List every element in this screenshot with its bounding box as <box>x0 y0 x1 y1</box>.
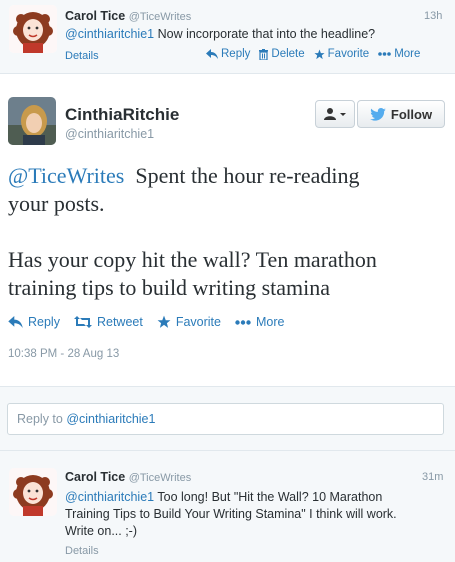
tweet-body: Now incorporate that into the headline? <box>154 27 376 41</box>
user-actions-dropdown[interactable] <box>315 100 355 128</box>
focused-tweet: CinthiaRitchie @cinthiaritchie1 Follow @… <box>0 74 455 387</box>
reply-placeholder-handle: @cinthiaritchie1 <box>66 412 156 426</box>
author-handle[interactable]: @TiceWrites <box>129 472 192 484</box>
retweet-label: Retweet <box>96 315 143 329</box>
reply-input[interactable]: Reply to @cinthiaritchie1 <box>7 403 444 435</box>
retweet-icon <box>73 316 92 328</box>
more-button[interactable]: More <box>378 48 420 60</box>
tweet-bottom[interactable]: Carol Tice @TiceWrites 31m @cinthiaritch… <box>0 451 455 562</box>
star-icon <box>157 315 171 328</box>
author-name[interactable]: Carol Tice <box>65 470 125 484</box>
favorite-button[interactable]: Favorite <box>157 315 221 329</box>
retweet-button[interactable]: Retweet <box>73 315 143 329</box>
tweet-body-line: Too long! But "Hit the Wall? 10 Marathon <box>154 490 383 504</box>
tweet-text: @cinthiaritchie1 Now incorporate that in… <box>65 27 375 41</box>
favorite-label: Favorite <box>175 315 221 329</box>
tweet-body-line: Training Tips to Build Your Writing Stam… <box>65 507 397 521</box>
avatar-carol-icon <box>9 468 57 516</box>
favorite-button[interactable]: Favorite <box>314 48 370 60</box>
tweet-text: @TiceWrites Spent the hour re-reading yo… <box>8 162 448 302</box>
reply-placeholder-prefix: Reply to <box>17 412 67 426</box>
tweet-text: @cinthiaritchie1 Too long! But "Hit the … <box>65 489 450 540</box>
avatar-cinthia-icon <box>8 97 56 145</box>
dots-icon <box>235 319 251 325</box>
trash-icon <box>259 48 269 60</box>
mention-link[interactable]: @TiceWrites <box>8 163 124 188</box>
timestamp[interactable]: 13h <box>424 10 442 22</box>
favorite-label: Favorite <box>327 48 370 60</box>
mention-link[interactable]: @cinthiaritchie1 <box>65 27 154 41</box>
dots-icon <box>378 52 392 56</box>
avatar[interactable] <box>8 97 56 145</box>
more-label: More <box>394 48 421 60</box>
author-name[interactable]: CinthiaRitchie <box>65 105 179 125</box>
tweet-body-line: Write on... ;-) <box>65 524 138 538</box>
tweet-timestamp[interactable]: 10:38 PM - 28 Aug 13 <box>8 348 119 360</box>
bird-icon <box>370 107 386 121</box>
author-name[interactable]: Carol Tice <box>65 9 125 23</box>
more-button[interactable]: More <box>235 315 284 329</box>
avatar-carol-icon <box>9 5 57 53</box>
details-link[interactable]: Details <box>65 50 99 62</box>
delete-label: Delete <box>271 48 305 60</box>
timestamp[interactable]: 31m <box>422 471 443 483</box>
reply-button[interactable]: Reply <box>206 48 250 60</box>
details-link[interactable]: Details <box>65 545 99 557</box>
tweet-body-line: Spent the hour re-reading <box>124 163 360 188</box>
follow-label: Follow <box>390 106 433 122</box>
author-handle[interactable]: @cinthiaritchie1 <box>65 127 154 141</box>
reply-button[interactable]: Reply <box>8 315 60 329</box>
star-icon <box>314 48 325 59</box>
avatar[interactable] <box>9 468 57 516</box>
tweet-top[interactable]: Carol Tice @TiceWrites 13h @cinthiaritch… <box>0 0 455 74</box>
reply-icon <box>206 49 218 59</box>
reply-label: Reply <box>28 315 60 329</box>
person-icon <box>324 108 346 120</box>
reply-label: Reply <box>221 48 251 60</box>
more-label: More <box>255 315 285 329</box>
delete-button[interactable]: Delete <box>259 48 305 60</box>
avatar[interactable] <box>9 5 57 53</box>
reply-icon <box>8 316 23 328</box>
author-handle[interactable]: @TiceWrites <box>129 11 192 23</box>
tweet-body-line: your posts. <box>8 191 105 216</box>
tweet-body-line: training tips to build writing stamina <box>8 275 331 300</box>
tweet-body-line: Has your copy hit the wall? Ten marathon <box>8 247 377 272</box>
follow-button[interactable]: Follow <box>357 100 445 128</box>
mention-link[interactable]: @cinthiaritchie1 <box>65 490 154 504</box>
reply-box: Reply to @cinthiaritchie1 <box>0 387 455 451</box>
